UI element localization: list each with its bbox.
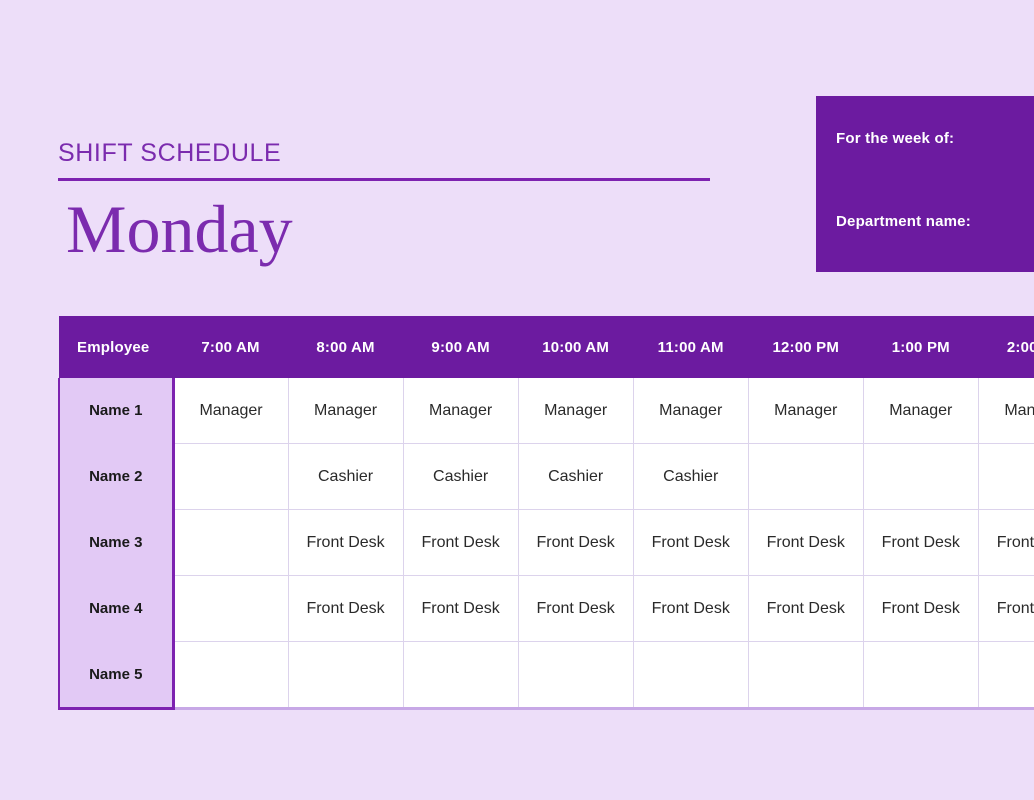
column-header-1000: 10:00 AM [542, 338, 610, 356]
shift-cell[interactable] [748, 443, 864, 510]
shift-cell[interactable]: Cashier [288, 443, 404, 510]
shift-cell[interactable]: Manager [863, 378, 979, 444]
schedule-table: Employee 7:00 AM 8:00 AM 9:00 AM 10:00 A… [58, 316, 1034, 710]
shift-cell[interactable] [173, 443, 289, 510]
shift-cell[interactable] [173, 575, 289, 642]
shift-cell[interactable]: Front Desk [748, 509, 864, 576]
shift-cell[interactable]: Front Desk [978, 509, 1034, 576]
schedule-table-body: Name 1 Manager Manager Manager Manager M… [58, 378, 1034, 710]
shift-cell[interactable]: Front Desk [748, 575, 864, 642]
shift-cell[interactable]: Manager [978, 378, 1034, 444]
shift-cell[interactable] [403, 641, 519, 710]
shift-cell[interactable] [518, 641, 634, 710]
shift-cell[interactable]: Manager [403, 378, 519, 444]
column-header-1300: 1:00 PM [891, 338, 950, 356]
shift-cell[interactable]: Front Desk [633, 509, 749, 576]
column-header-employee: Employee [77, 338, 150, 356]
shift-cell[interactable]: Cashier [403, 443, 519, 510]
shift-cell[interactable] [173, 641, 289, 710]
shift-cell[interactable]: Front Desk [403, 509, 519, 576]
shift-cell[interactable]: Cashier [633, 443, 749, 510]
page-kicker: SHIFT SCHEDULE [58, 139, 282, 167]
shift-cell[interactable]: Front Desk [518, 575, 634, 642]
shift-cell[interactable]: Manager [748, 378, 864, 444]
schedule-table-container: Employee 7:00 AM 8:00 AM 9:00 AM 10:00 A… [58, 316, 1034, 710]
table-row: Name 3 Front Desk Front Desk Front Desk … [58, 509, 1034, 576]
shift-cell[interactable] [633, 641, 749, 710]
shift-cell[interactable] [863, 443, 979, 510]
shift-cell[interactable]: Front Desk [633, 575, 749, 642]
employee-name-cell[interactable]: Name 2 [58, 443, 175, 510]
shift-cell[interactable]: Front Desk [288, 575, 404, 642]
header-row: Employee 7:00 AM 8:00 AM 9:00 AM 10:00 A… [59, 316, 1034, 378]
shift-cell[interactable]: Manager [518, 378, 634, 444]
shift-cell[interactable]: Front Desk [288, 509, 404, 576]
shift-cell[interactable] [863, 641, 979, 710]
shift-cell[interactable]: Manager [173, 378, 289, 444]
column-header-0700: 7:00 AM [201, 338, 260, 356]
shift-cell[interactable]: Front Desk [403, 575, 519, 642]
column-header-1400: 2:00 PM [1006, 338, 1034, 356]
week-of-label: For the week of: [836, 130, 955, 147]
employee-name-cell[interactable]: Name 3 [58, 509, 175, 576]
employee-name-cell[interactable]: Name 5 [58, 641, 175, 710]
column-header-1200: 12:00 PM [772, 338, 840, 356]
info-panel: For the week of: Department name: [816, 96, 1034, 272]
shift-cell[interactable] [288, 641, 404, 710]
table-row: Name 4 Front Desk Front Desk Front Desk … [58, 575, 1034, 642]
employee-name-cell[interactable]: Name 1 [58, 378, 175, 444]
title-divider [58, 178, 710, 182]
shift-cell[interactable]: Front Desk [863, 509, 979, 576]
shift-cell[interactable]: Front Desk [978, 575, 1034, 642]
shift-cell[interactable]: Cashier [518, 443, 634, 510]
shift-cell[interactable] [978, 443, 1034, 510]
table-row: Name 1 Manager Manager Manager Manager M… [58, 378, 1034, 444]
table-row: Name 5 [58, 641, 1034, 710]
schedule-table-head: Employee 7:00 AM 8:00 AM 9:00 AM 10:00 A… [59, 316, 1034, 378]
shift-cell[interactable]: Manager [288, 378, 404, 444]
shift-cell[interactable]: Front Desk [863, 575, 979, 642]
shift-cell[interactable] [978, 641, 1034, 710]
page-title: Monday [66, 191, 293, 268]
column-header-1100: 11:00 AM [657, 338, 724, 356]
department-name-label: Department name: [836, 213, 971, 230]
shift-cell[interactable] [173, 509, 289, 576]
column-header-0800: 8:00 AM [316, 338, 375, 356]
column-header-0900: 9:00 AM [431, 338, 490, 356]
shift-cell[interactable]: Manager [633, 378, 749, 444]
employee-name-cell[interactable]: Name 4 [58, 575, 175, 642]
page-header: SHIFT SCHEDULE Monday [58, 140, 713, 263]
shift-cell[interactable] [748, 641, 864, 710]
table-row: Name 2 Cashier Cashier Cashier Cashier [58, 443, 1034, 510]
shift-cell[interactable]: Front Desk [518, 509, 634, 576]
